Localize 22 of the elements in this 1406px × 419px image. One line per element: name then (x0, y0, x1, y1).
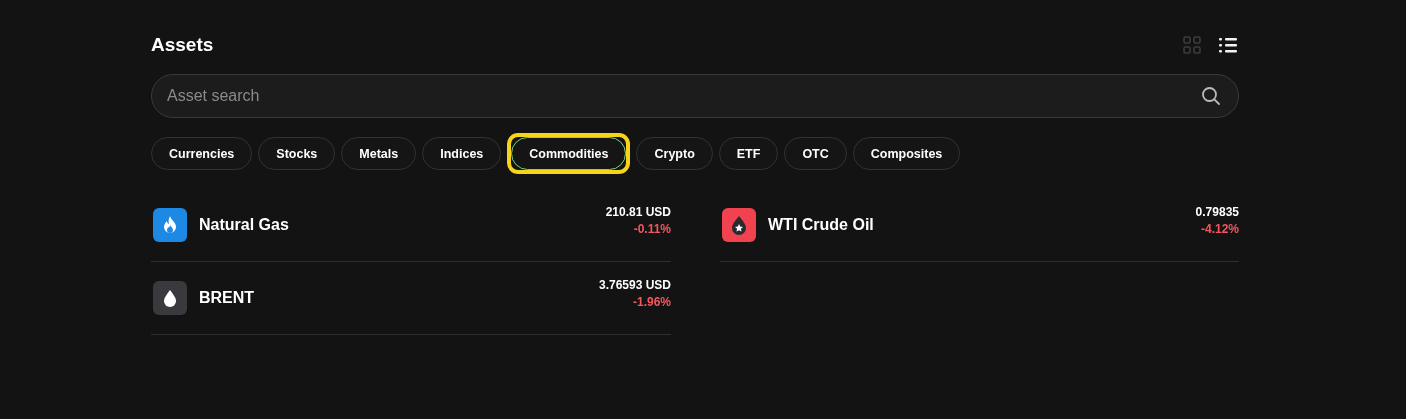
category-tab[interactable]: Stocks (258, 137, 336, 170)
asset-price: 3.76593 USD (598, 277, 671, 294)
price-change: -1.96% (631, 294, 671, 311)
asset-name[interactable]: Natural Gas (199, 216, 606, 234)
asset-name[interactable]: BRENT (199, 289, 599, 307)
search-field[interactable]: Asset search (151, 74, 1239, 118)
category-tab[interactable]: Currencies (151, 137, 253, 170)
category-tab[interactable]: ETF (718, 137, 779, 170)
asset-name[interactable]: WTI Crude Oil (768, 216, 1196, 234)
category-tab[interactable]: Indices (422, 137, 502, 170)
category-tab[interactable]: Commodities (511, 137, 627, 170)
price-change: -0.11% (632, 221, 671, 238)
asset-price: 210.81 USD (605, 204, 671, 221)
category-tab[interactable]: OTC (784, 137, 847, 170)
list-view-button[interactable] (1219, 36, 1237, 54)
search-icon[interactable] (1201, 86, 1221, 106)
page-title: Assets (151, 34, 214, 56)
category-tab[interactable]: Metals (341, 137, 417, 170)
price-change: -4.12% (1199, 221, 1239, 238)
category-tab[interactable]: Crypto (636, 137, 713, 170)
category-tab[interactable]: Composites (852, 137, 961, 170)
asset-price: 0.79835 (1195, 204, 1239, 221)
